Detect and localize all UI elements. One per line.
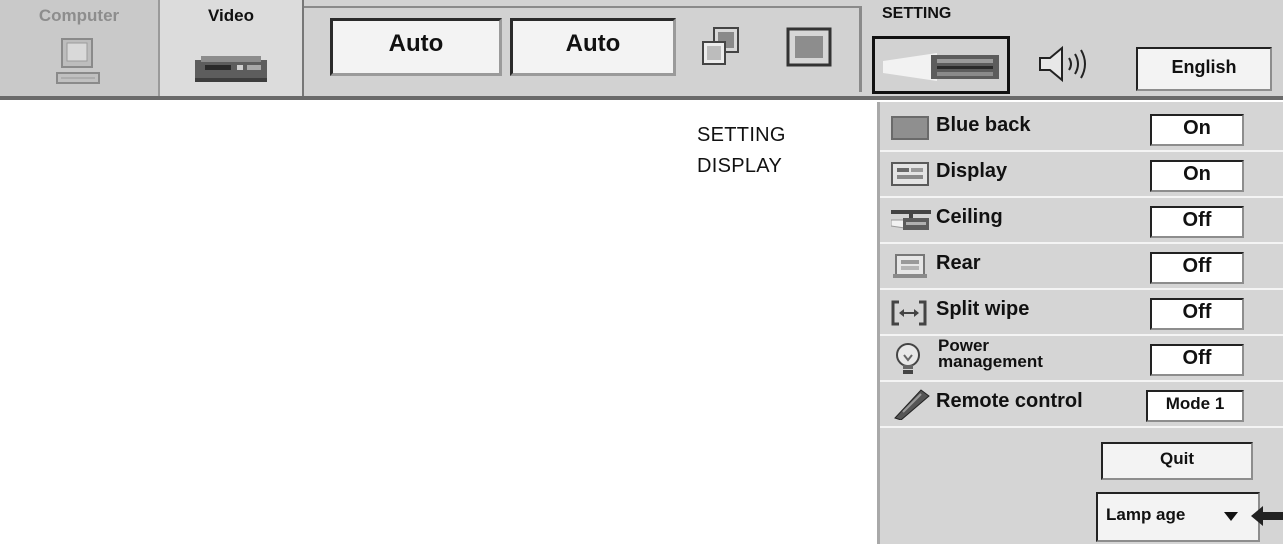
annotation-line-2: DISPLAY — [697, 155, 783, 177]
ceiling-icon — [891, 210, 931, 230]
rear-icon — [893, 254, 927, 278]
arrow-left-icon — [1251, 506, 1283, 526]
lightbulb-icon — [896, 343, 920, 374]
rear-value[interactable]: Off — [1150, 252, 1244, 284]
display-value[interactable]: On — [1150, 160, 1244, 192]
quit-button[interactable]: Quit — [1101, 442, 1253, 480]
menu-item-blue-back[interactable]: Blue back On — [880, 106, 1283, 152]
mode-select[interactable]: Auto — [510, 18, 676, 76]
menu-item-power-management[interactable]: Power management Off — [880, 336, 1283, 382]
lamp-age-button[interactable]: Lamp age — [1096, 492, 1260, 542]
blue-back-icon — [891, 116, 929, 140]
menu-item-label: Remote control — [936, 390, 1083, 412]
menu-item-ceiling[interactable]: Ceiling Off — [880, 198, 1283, 244]
menu-item-label: Ceiling — [936, 206, 1003, 228]
speaker-icon[interactable] — [1036, 44, 1092, 84]
tab-computer-label: Computer — [38, 6, 120, 25]
menu-item-label: Rear — [936, 252, 981, 274]
split-wipe-value[interactable]: Off — [1150, 298, 1244, 330]
menu-item-remote-control[interactable]: Remote control Mode 1 — [880, 382, 1283, 428]
system-value: Auto — [388, 30, 444, 57]
system-select[interactable]: Auto — [330, 18, 502, 76]
menu-item-label: Display — [936, 160, 1008, 182]
setting-menu: Blue back On Display On Ceiling Off Rear… — [877, 102, 1283, 544]
projector-icon — [883, 53, 999, 81]
tab-video-label: Video — [208, 6, 254, 25]
tab-computer[interactable]: Computer — [0, 0, 160, 96]
setting-section-label: SETTING — [882, 5, 952, 22]
computer-icon — [56, 38, 100, 84]
remote-control-value[interactable]: Mode 1 — [1146, 390, 1244, 422]
menu-item-display[interactable]: Display On — [880, 152, 1283, 198]
display-icon — [891, 162, 929, 186]
screen-icon[interactable] — [785, 26, 833, 68]
lamp-age-label: Lamp age — [1106, 505, 1186, 524]
menu-bar: Computer Video Auto Auto SETTING English — [0, 0, 1283, 100]
image-adjust-icon[interactable] — [700, 26, 742, 68]
menu-item-rear[interactable]: Rear Off — [880, 244, 1283, 290]
mode-value: Auto — [565, 30, 621, 57]
remote-control-icon — [894, 389, 930, 420]
menu-item-label: Split wipe — [936, 298, 1030, 320]
split-wipe-icon — [891, 300, 927, 326]
menu-item-label-line-2: management — [938, 352, 1043, 371]
blue-back-value[interactable]: On — [1150, 114, 1244, 146]
chevron-down-icon — [1224, 512, 1238, 521]
menu-item-split-wipe[interactable]: Split wipe Off — [880, 290, 1283, 336]
language-button[interactable]: English — [1136, 47, 1272, 91]
power-management-value[interactable]: Off — [1150, 344, 1244, 376]
quit-label: Quit — [1160, 449, 1194, 468]
tab-video[interactable]: Video — [160, 0, 304, 96]
language-value: English — [1171, 57, 1237, 77]
setting-menu-button[interactable] — [872, 36, 1010, 94]
annotation-line-1: SETTING — [697, 124, 786, 146]
menu-item-label: Blue back — [936, 114, 1031, 136]
ceiling-value[interactable]: Off — [1150, 206, 1244, 238]
vcr-icon — [195, 56, 267, 82]
